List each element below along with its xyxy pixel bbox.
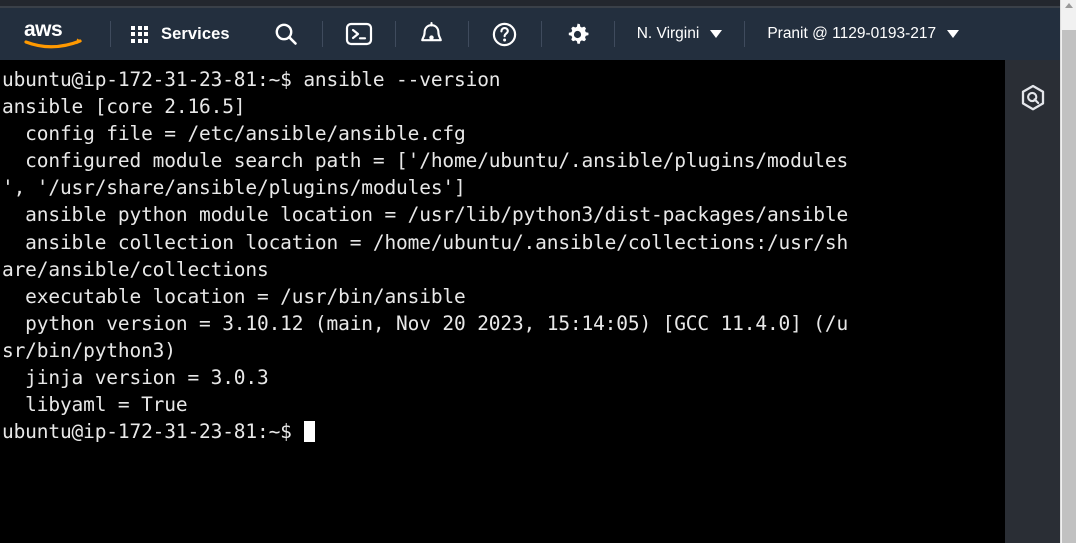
aws-logo-icon: aws xyxy=(24,18,82,49)
settings-button[interactable] xyxy=(542,8,614,60)
chevron-down-icon xyxy=(947,30,960,38)
bell-icon xyxy=(421,21,443,41)
terminal-prompt: ubuntu@ip-172-31-23-81:~$ xyxy=(2,420,304,444)
terminal-cursor xyxy=(304,421,316,443)
help-button[interactable] xyxy=(469,8,541,60)
aws-top-navigation: aws Services N. Virgini Pranit @ 1129-01… xyxy=(0,8,1060,60)
nav-divider xyxy=(110,21,111,47)
account-menu[interactable]: Pranit @ 1129-0193-217 xyxy=(745,8,981,60)
region-label: N. Virgini xyxy=(636,25,700,42)
nav-divider xyxy=(613,21,615,47)
page-scrollbar[interactable] xyxy=(1060,0,1076,543)
scrollbar-thumb[interactable] xyxy=(1062,30,1076,543)
cloudshell-page: aws Services N. Virgini Pranit @ 1129-01… xyxy=(0,0,1076,543)
aws-logo[interactable]: aws xyxy=(22,17,88,51)
account-label: Pranit @ 1129-0193-217 xyxy=(767,25,937,42)
region-selector[interactable]: N. Virgini xyxy=(615,8,745,60)
right-side-rail xyxy=(1005,60,1060,543)
search-icon xyxy=(275,23,297,45)
notifications-button[interactable] xyxy=(396,8,468,60)
terminal-prompt-line: ubuntu@ip-172-31-23-81:~$ xyxy=(2,418,1005,445)
grid-icon xyxy=(131,25,148,43)
cloudshell-icon xyxy=(345,22,372,46)
terminal-line: jinja version = 3.0.3 xyxy=(2,366,269,390)
nav-divider xyxy=(321,21,323,47)
amazon-q-hexagon-icon xyxy=(1021,84,1044,111)
scroll-up-arrow-icon[interactable] xyxy=(1065,3,1073,8)
terminal-line: are/ansible/collections xyxy=(2,257,269,281)
terminal-line: executable location = /usr/bin/ansible xyxy=(2,284,466,308)
question-circle-icon xyxy=(493,22,517,46)
terminal-line: ansible [core 2.16.5] xyxy=(2,95,246,119)
terminal-line: configured module search path = ['/home/… xyxy=(2,149,849,173)
terminal-line: ansible python module location = /usr/li… xyxy=(2,203,849,227)
services-menu-button[interactable]: Services xyxy=(111,8,250,60)
terminal-line: ansible collection location = /home/ubun… xyxy=(2,230,849,254)
terminal-line: sr/bin/python3) xyxy=(2,338,176,362)
terminal-line: python version = 3.10.12 (main, Nov 20 2… xyxy=(2,311,849,335)
gear-icon xyxy=(569,23,589,44)
terminal-line: config file = /etc/ansible/ansible.cfg xyxy=(2,122,466,146)
services-label: Services xyxy=(161,24,230,43)
terminal-line: libyaml = True xyxy=(2,393,188,417)
search-button[interactable] xyxy=(250,8,322,60)
chevron-down-icon xyxy=(710,30,723,38)
svg-text:aws: aws xyxy=(24,18,62,41)
nav-divider xyxy=(394,21,396,47)
nav-divider xyxy=(744,21,746,47)
terminal-line: ubuntu@ip-172-31-23-81:~$ ansible --vers… xyxy=(2,68,501,91)
nav-divider xyxy=(467,21,469,47)
terminal-line: ', '/usr/share/ansible/plugins/modules'] xyxy=(2,176,466,200)
nav-divider xyxy=(540,21,542,47)
cloudshell-terminal[interactable]: ubuntu@ip-172-31-23-81:~$ ansible --vers… xyxy=(0,60,1005,543)
cloudshell-button[interactable] xyxy=(323,8,395,60)
amazon-q-button[interactable] xyxy=(1017,82,1049,114)
